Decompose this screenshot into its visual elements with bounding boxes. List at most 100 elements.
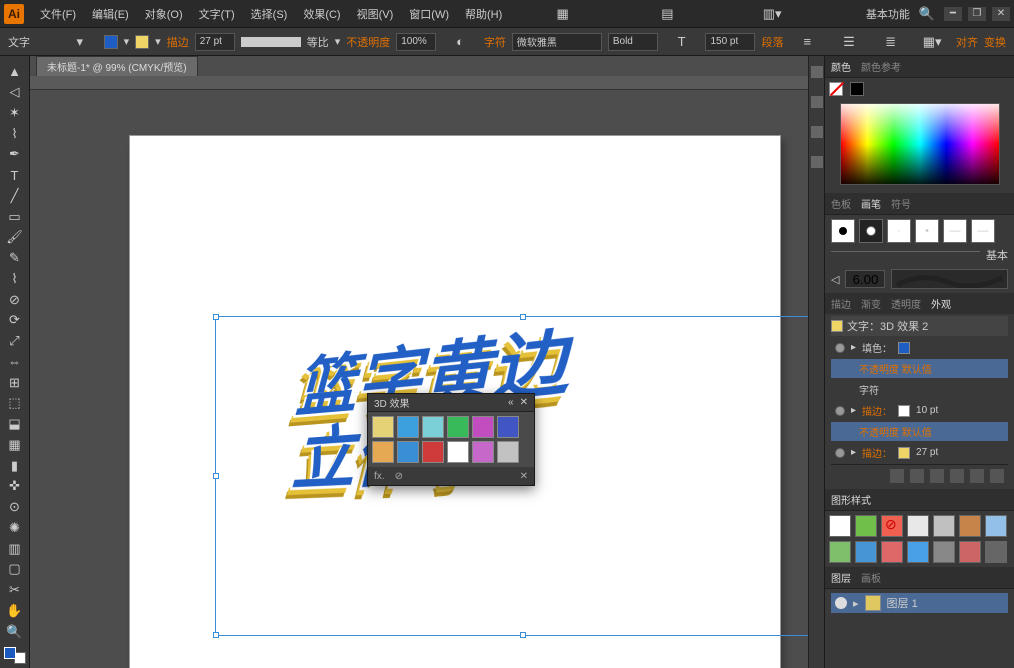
blend-tool[interactable]: ⊙ xyxy=(4,498,26,517)
menu-type[interactable]: 文字(T) xyxy=(191,2,243,26)
sel-handle-tm[interactable] xyxy=(520,314,526,320)
dock-icon-2[interactable] xyxy=(811,96,823,108)
layer-visibility-icon[interactable] xyxy=(835,597,847,609)
pen-tool[interactable]: ✒ xyxy=(4,145,26,164)
tab-brushes[interactable]: 画笔 xyxy=(861,196,881,211)
style-swatch-10[interactable] xyxy=(472,441,494,463)
ap-fx-icon[interactable] xyxy=(930,469,944,483)
align-distribute-icon[interactable]: ▦▾ xyxy=(921,32,943,52)
color-spectrum[interactable] xyxy=(840,103,1000,185)
recolor-icon[interactable]: ◐ xyxy=(449,32,471,52)
style-swatch-4[interactable] xyxy=(472,416,494,438)
vis-toggle-fill[interactable] xyxy=(835,343,845,353)
font-family-input[interactable] xyxy=(512,33,602,51)
style-swatch-0[interactable] xyxy=(372,416,394,438)
black-swatch[interactable] xyxy=(850,82,864,96)
ap-stroke-swatch1[interactable] xyxy=(898,405,910,417)
tab-layers[interactable]: 图层 xyxy=(831,570,851,585)
fill-icon[interactable]: ▾ xyxy=(69,32,91,52)
arrange-icon[interactable]: ▥▾ xyxy=(761,4,783,24)
menu-edit[interactable]: 编辑(E) xyxy=(84,2,137,26)
sel-handle-lm[interactable] xyxy=(213,473,219,479)
brush-tip-3[interactable]: · xyxy=(887,219,911,243)
brush-tip-6[interactable]: — xyxy=(971,219,995,243)
width-tool[interactable]: ⇔ xyxy=(4,353,26,372)
brush-size-input[interactable] xyxy=(845,270,885,288)
tab-stroke[interactable]: 描边 xyxy=(831,296,851,311)
tab-graphic-styles[interactable]: 图形样式 xyxy=(831,492,871,507)
ap-stroke-swatch2[interactable] xyxy=(898,447,910,459)
scale-tool[interactable]: ⤢ xyxy=(4,332,26,351)
mesh-tool[interactable]: ▦ xyxy=(4,436,26,455)
ap-clear-icon[interactable] xyxy=(950,469,964,483)
sel-handle-tl[interactable] xyxy=(213,314,219,320)
char-label[interactable]: 字符 xyxy=(484,34,506,50)
document-tab[interactable]: 未标题-1* @ 99% (CMYK/预览) xyxy=(36,56,198,76)
align-center-icon[interactable]: ☰ xyxy=(838,32,860,52)
ap-dup-icon[interactable] xyxy=(970,469,984,483)
gstyle-2[interactable]: ⊘ xyxy=(881,515,903,537)
gstyle-11[interactable] xyxy=(933,541,955,563)
panel-3d-link-icon[interactable]: ⊘ xyxy=(395,471,403,482)
ap-trash-icon[interactable] xyxy=(990,469,1004,483)
vis-toggle-stroke2[interactable] xyxy=(835,448,845,458)
gstyle-4[interactable] xyxy=(933,515,955,537)
stroke-label[interactable]: 描边 xyxy=(167,34,189,50)
tab-color-guide[interactable]: 颜色参考 xyxy=(861,59,901,74)
free-transform-tool[interactable]: ⊞ xyxy=(4,373,26,392)
type-tool[interactable]: T xyxy=(4,166,26,185)
layer-name[interactable]: 图层 1 xyxy=(887,595,918,611)
workspace-switcher[interactable]: 基本功能 xyxy=(866,6,910,22)
tab-appearance[interactable]: 外观 xyxy=(931,296,951,311)
graph-tool[interactable]: ▥ xyxy=(4,539,26,558)
gstyle-6[interactable] xyxy=(985,515,1007,537)
tab-gradient[interactable]: 渐变 xyxy=(861,296,881,311)
symbol-sprayer-tool[interactable]: ✺ xyxy=(4,519,26,538)
transform-label[interactable]: 变换 xyxy=(984,34,1006,50)
magic-wand-tool[interactable]: ✶ xyxy=(4,104,26,123)
line-tool[interactable]: ╱ xyxy=(4,187,26,206)
align-right-icon[interactable]: ≣ xyxy=(880,32,902,52)
gstyle-10[interactable] xyxy=(907,541,929,563)
layout-icon[interactable]: ▦ xyxy=(552,4,574,24)
align-label[interactable]: 对齐 xyxy=(956,34,978,50)
search-icon[interactable]: 🔍 xyxy=(916,4,938,24)
lasso-tool[interactable]: ⌇ xyxy=(4,124,26,143)
style-swatch-7[interactable] xyxy=(397,441,419,463)
gradient-tool[interactable]: ▮ xyxy=(4,456,26,475)
vis-toggle-stroke1[interactable] xyxy=(835,406,845,416)
opacity-label[interactable]: 不透明度 xyxy=(346,34,390,50)
style-swatch-11[interactable] xyxy=(497,441,519,463)
menu-select[interactable]: 选择(S) xyxy=(243,2,296,26)
rectangle-tool[interactable]: ▭ xyxy=(4,207,26,226)
gstyle-13[interactable] xyxy=(985,541,1007,563)
pencil-tool[interactable]: ✎ xyxy=(4,249,26,268)
none-swatch[interactable] xyxy=(829,82,843,96)
ap-new-stroke-icon[interactable] xyxy=(910,469,924,483)
style-swatch-1[interactable] xyxy=(397,416,419,438)
fill-swatch[interactable] xyxy=(104,35,118,49)
style-swatch-5[interactable] xyxy=(497,416,519,438)
hand-tool[interactable]: ✋ xyxy=(4,602,26,621)
eraser-tool[interactable]: ⊘ xyxy=(4,290,26,309)
menu-effect[interactable]: 效果(C) xyxy=(295,2,348,26)
ap-stroke-label[interactable]: 描边： xyxy=(862,403,892,418)
panel-3d-header[interactable]: 3D 效果 « ✕ xyxy=(368,394,534,412)
dock-icon-4[interactable] xyxy=(811,156,823,168)
style-swatch-3[interactable] xyxy=(447,416,469,438)
para-label[interactable]: 段落 xyxy=(761,34,783,50)
stroke-profile[interactable] xyxy=(241,37,301,47)
gstyle-9[interactable] xyxy=(881,541,903,563)
restore-button[interactable]: ❐ xyxy=(968,7,986,21)
ap-opacity-1[interactable]: 不透明度 默认值 xyxy=(859,361,932,376)
ap-opacity-2[interactable]: 不透明度 默认值 xyxy=(859,424,932,439)
panel-3d-fx-label[interactable]: fx. xyxy=(374,471,385,482)
dock-icon-3[interactable] xyxy=(811,126,823,138)
brush-tool[interactable]: 🖌 xyxy=(4,228,26,247)
brush-tip-2[interactable] xyxy=(859,219,883,243)
brush-tip-5[interactable]: — xyxy=(943,219,967,243)
ap-fill-swatch[interactable] xyxy=(898,342,910,354)
font-weight-input[interactable] xyxy=(608,33,658,51)
menu-view[interactable]: 视图(V) xyxy=(349,2,402,26)
gstyle-5[interactable] xyxy=(959,515,981,537)
